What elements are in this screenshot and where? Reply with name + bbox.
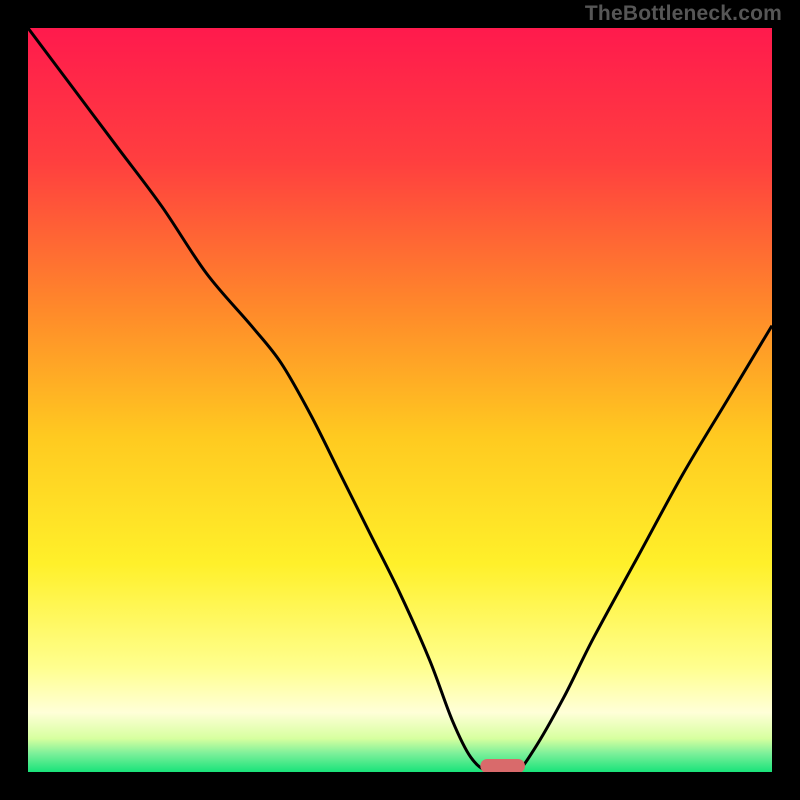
plot-area — [28, 28, 772, 772]
gradient-background — [28, 28, 772, 772]
bottleneck-chart — [28, 28, 772, 772]
watermark-text: TheBottleneck.com — [585, 2, 782, 26]
optimal-marker — [480, 759, 525, 772]
chart-frame: TheBottleneck.com — [0, 0, 800, 800]
